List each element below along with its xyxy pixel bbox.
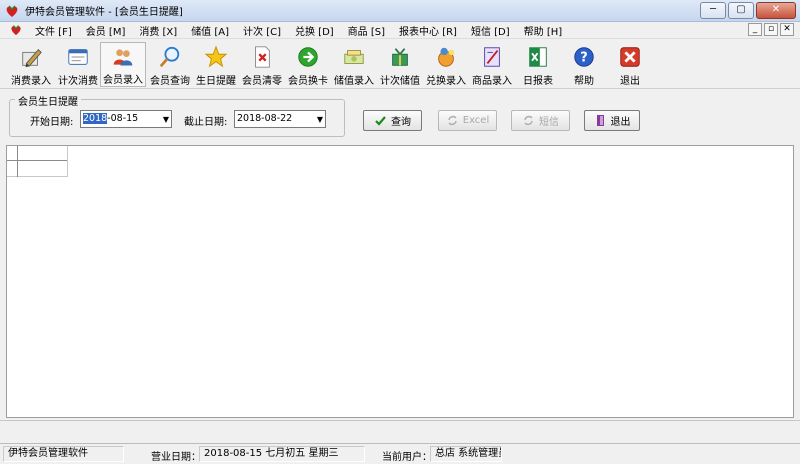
chevron-down-icon: ▼ — [316, 115, 323, 124]
birthday-reminder-button[interactable]: 生日提醒 — [193, 42, 239, 87]
menu-sms[interactable]: 短信 [D] — [464, 23, 517, 38]
grid-column-line — [17, 146, 18, 177]
end-date-picker[interactable]: 2018-08-22 ▼ — [234, 110, 326, 128]
menu-file[interactable]: 文件 [F] — [28, 23, 79, 38]
close-button[interactable]: ✕ — [756, 2, 796, 19]
grid-row-line — [7, 176, 67, 177]
mdi-restore-button[interactable]: ▫ — [764, 23, 778, 36]
green-arrow-icon — [298, 47, 318, 67]
results-grid[interactable] — [6, 145, 794, 418]
member-entry-button[interactable]: 会员录入 — [100, 42, 146, 87]
gift-icon — [392, 48, 408, 66]
app-logo-icon — [6, 4, 18, 17]
end-date-label: 截止日期: — [184, 117, 228, 128]
menu-count[interactable]: 计次 [C] — [236, 23, 288, 38]
consume-entry-button[interactable]: 消费录入 — [8, 42, 54, 87]
help-icon: ? — [574, 47, 594, 67]
menu-stored-value[interactable]: 储值 [A] — [184, 23, 236, 38]
document-x-icon — [255, 46, 270, 68]
star-icon — [204, 45, 228, 68]
menu-consume[interactable]: 消费 [X] — [132, 23, 184, 38]
sms-button[interactable]: 短信 — [511, 110, 570, 131]
group-title: 会员生日提醒 — [15, 93, 81, 108]
status-bar: 伊特会员管理软件 营业日期： 2018-08-15 七月初五 星期三 当前用户：… — [0, 443, 800, 464]
window-title: 伊特会员管理软件 - [会员生日提醒] — [25, 7, 183, 18]
excel-icon — [529, 47, 547, 67]
stored-value-entry-button[interactable]: 储值录入 — [331, 42, 377, 87]
refresh-icon — [448, 115, 457, 126]
card-list-icon — [68, 49, 88, 65]
members-icon — [113, 49, 133, 66]
title-bar: 伊特会员管理软件 - [会员生日提醒] ─ ▢ ✕ — [0, 0, 800, 22]
pen-paper-icon — [22, 48, 42, 68]
menu-member[interactable]: 会员 [M] — [79, 23, 133, 38]
door-exit-icon — [596, 115, 604, 126]
exchange-entry-button[interactable]: 兑换录入 — [423, 42, 469, 87]
bottom-strip — [0, 420, 800, 442]
minimize-button[interactable]: ─ — [700, 2, 726, 19]
menu-report-center[interactable]: 报表中心 [R] — [392, 23, 464, 38]
member-reset-button[interactable]: 会员清零 — [239, 42, 285, 87]
exit-button[interactable]: 退出 — [584, 110, 640, 131]
member-card-change-button[interactable]: 会员换卡 — [285, 42, 331, 87]
status-app-name: 伊特会员管理软件 — [3, 446, 124, 462]
magnifier-icon — [159, 46, 180, 68]
money-icon — [344, 50, 364, 64]
member-query-button[interactable]: 会员查询 — [147, 42, 193, 87]
menu-logo-icon — [11, 25, 21, 36]
grid-header-line — [7, 160, 67, 161]
daily-report-button[interactable]: 日报表 — [515, 42, 561, 87]
business-date-value: 2018-08-15 七月初五 星期三 — [199, 446, 365, 462]
svg-text:?: ? — [580, 51, 588, 66]
grid-column-line — [67, 146, 68, 177]
mdi-close-button[interactable]: ✕ — [780, 23, 794, 36]
help-button[interactable]: ? 帮助 — [561, 42, 607, 87]
current-user-value: 总店 系统管理员 — [430, 446, 502, 462]
maximize-button[interactable]: ▢ — [728, 2, 754, 19]
excel-export-button[interactable]: Excel — [438, 110, 497, 131]
chevron-down-icon: ▼ — [162, 115, 169, 124]
mdi-minimize-button[interactable]: _ — [748, 23, 762, 36]
menu-exchange[interactable]: 兑换 [D] — [288, 23, 341, 38]
check-icon — [375, 116, 386, 126]
menu-goods[interactable]: 商品 [S] — [341, 23, 392, 38]
start-date-label: 开始日期: — [30, 117, 74, 128]
query-button[interactable]: 查询 — [363, 110, 422, 131]
start-date-picker[interactable]: 2018-08-15 ▼ — [80, 110, 172, 128]
menu-bar: 文件 [F] 会员 [M] 消费 [X] 储值 [A] 计次 [C] 兑换 [D… — [0, 22, 800, 39]
notebook-icon — [484, 47, 500, 67]
menu-help[interactable]: 帮助 [H] — [517, 23, 570, 38]
count-consume-button[interactable]: 计次消费 — [55, 42, 101, 87]
goods-entry-button[interactable]: 商品录入 — [469, 42, 515, 87]
toolbar: 消费录入 计次消费 会员录入 会员查询 生日提醒 会员清零 会员换卡 储值录入 … — [0, 40, 800, 89]
exit-x-icon — [620, 47, 640, 67]
exchange-icon — [438, 47, 455, 67]
business-date-label: 营业日期： — [151, 452, 201, 463]
exit-toolbar-button[interactable]: 退出 — [607, 42, 653, 87]
current-user-label: 当前用户： — [382, 452, 432, 463]
count-stored-value-button[interactable]: 计次储值 — [377, 42, 423, 87]
refresh-icon — [524, 115, 533, 126]
